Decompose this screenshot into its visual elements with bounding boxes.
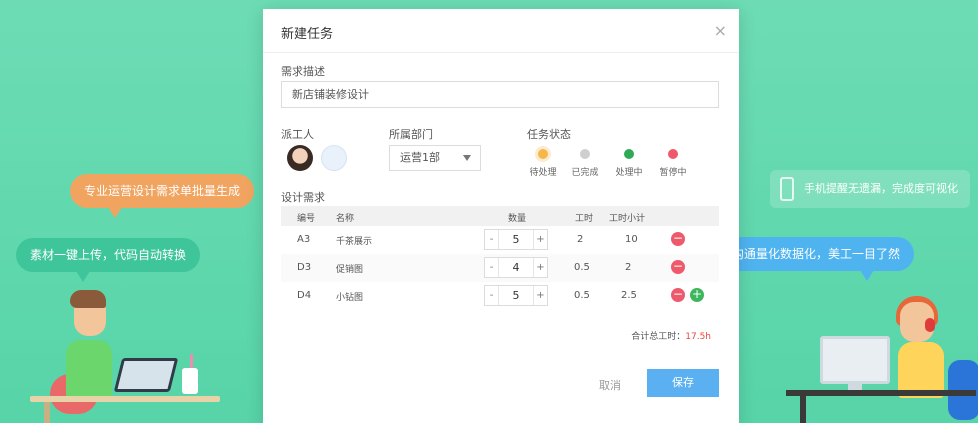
total-label: 合计总工时： — [631, 332, 686, 342]
status-dot-icon — [668, 149, 678, 159]
bubble-text: 手机提醒无遗漏，完成度可视化 — [804, 182, 958, 195]
status-label: 任务状态 — [527, 128, 571, 141]
phone-icon — [780, 177, 794, 201]
add-worker-avatar[interactable] — [321, 145, 347, 171]
increment-button[interactable]: + — [533, 286, 547, 305]
person-body-illustration — [66, 340, 112, 400]
status-text: 待处理 — [529, 168, 557, 178]
decrement-button[interactable]: - — [485, 230, 499, 249]
cell-code: A3 — [297, 234, 311, 245]
feature-bubble-upload: 素材一键上传，代码自动转换 — [16, 238, 201, 282]
close-icon[interactable]: × — [714, 21, 727, 40]
design-label: 设计需求 — [281, 191, 325, 204]
quantity-value[interactable]: 5 — [499, 233, 533, 246]
worker-label: 派工人 — [281, 128, 314, 141]
total-value: 17.5h — [685, 332, 711, 342]
dialog-title: 新建任务 — [281, 27, 334, 42]
status-paused[interactable]: 暂停中 — [653, 149, 693, 178]
status-text: 已完成 — [571, 168, 599, 178]
remove-row-icon[interactable]: − — [671, 260, 685, 274]
table-header: 编号 名称 数量 工时 工时小计 — [281, 206, 719, 226]
monitor-illustration — [820, 336, 890, 384]
header-name: 名称 — [336, 214, 355, 224]
increment-button[interactable]: + — [533, 258, 547, 277]
header-code: 编号 — [297, 214, 316, 224]
feature-bubble-batch: 专业运营设计需求单批量生成 — [70, 174, 255, 218]
chevron-down-icon — [463, 155, 471, 161]
headset-icon — [925, 318, 935, 332]
dept-label: 所属部门 — [389, 128, 433, 141]
decrement-button[interactable]: - — [485, 286, 499, 305]
status-dot-icon — [538, 149, 548, 159]
worker-avatar[interactable] — [287, 145, 313, 171]
status-text: 暂停中 — [659, 168, 687, 178]
total-hours: 合计总工时：17.5h — [631, 329, 711, 342]
status-pending[interactable]: 待处理 — [523, 149, 563, 178]
dept-select[interactable]: 运营1部 — [389, 145, 481, 171]
remove-row-icon[interactable]: − — [671, 232, 685, 246]
header-hours: 工时 — [575, 214, 594, 224]
cell-name: 千茶展示 — [336, 237, 373, 247]
desk-leg-illustration — [44, 402, 50, 423]
increment-button[interactable]: + — [533, 230, 547, 249]
cell-subtotal: 10 — [625, 234, 638, 245]
cell-subtotal: 2.5 — [621, 290, 637, 301]
cell-hours: 0.5 — [574, 290, 590, 301]
status-done[interactable]: 已完成 — [565, 149, 605, 178]
bubble-text: 专业运营设计需求单批量生成 — [84, 184, 241, 198]
cell-name: 小钻图 — [336, 293, 364, 303]
cup-illustration — [182, 368, 198, 394]
status-text: 处理中 — [615, 168, 643, 178]
cell-name: 促销图 — [336, 265, 364, 275]
quantity-stepper: - 5 + — [484, 229, 548, 250]
desc-label: 需求描述 — [281, 65, 325, 78]
table-row: D4 小钻图 - 5 + 0.5 2.5 − + — [281, 282, 719, 310]
cell-subtotal: 2 — [625, 262, 632, 273]
dept-select-value: 运营1部 — [400, 151, 440, 164]
decrement-button[interactable]: - — [485, 258, 499, 277]
cell-hours: 0.5 — [574, 262, 590, 273]
quantity-stepper: - 4 + — [484, 257, 548, 278]
quantity-value[interactable]: 4 — [499, 261, 533, 274]
new-task-dialog: 新建任务 × 需求描述 新店铺装修设计 派工人 所属部门 运营1部 任务状态 待… — [263, 9, 739, 423]
header-subtotal: 工时小计 — [609, 214, 646, 224]
dialog-header: 新建任务 × — [263, 9, 739, 53]
laptop-illustration — [113, 358, 179, 392]
header-qty: 数量 — [508, 214, 527, 224]
desk-illustration — [30, 396, 220, 402]
table-row: D3 促销图 - 4 + 0.5 2 − — [281, 254, 719, 282]
desk-illustration — [786, 390, 976, 396]
desk-leg-illustration — [800, 396, 806, 423]
feature-bubble-data: 沟通量化数据化，美工一目了然 — [718, 237, 915, 281]
save-button[interactable]: 保存 — [647, 369, 719, 397]
quantity-stepper: - 5 + — [484, 285, 548, 306]
person-hair-illustration — [70, 290, 106, 308]
cell-code: D3 — [297, 262, 312, 273]
feature-bubble-mobile: 手机提醒无遗漏，完成度可视化 — [770, 170, 970, 208]
cancel-button[interactable]: 取消 — [599, 377, 621, 393]
bubble-text: 素材一键上传，代码自动转换 — [30, 248, 187, 262]
status-processing[interactable]: 处理中 — [609, 149, 649, 178]
add-row-icon[interactable]: + — [690, 288, 704, 302]
cell-code: D4 — [297, 290, 312, 301]
quantity-value[interactable]: 5 — [499, 289, 533, 302]
bubble-text: 沟通量化数据化，美工一目了然 — [732, 247, 901, 261]
cell-hours: 2 — [577, 234, 584, 245]
status-dot-icon — [580, 149, 590, 159]
desc-input[interactable]: 新店铺装修设计 — [281, 81, 719, 108]
table-row: A3 千茶展示 - 5 + 2 10 − — [281, 226, 719, 254]
remove-row-icon[interactable]: − — [671, 288, 685, 302]
status-dot-icon — [624, 149, 634, 159]
